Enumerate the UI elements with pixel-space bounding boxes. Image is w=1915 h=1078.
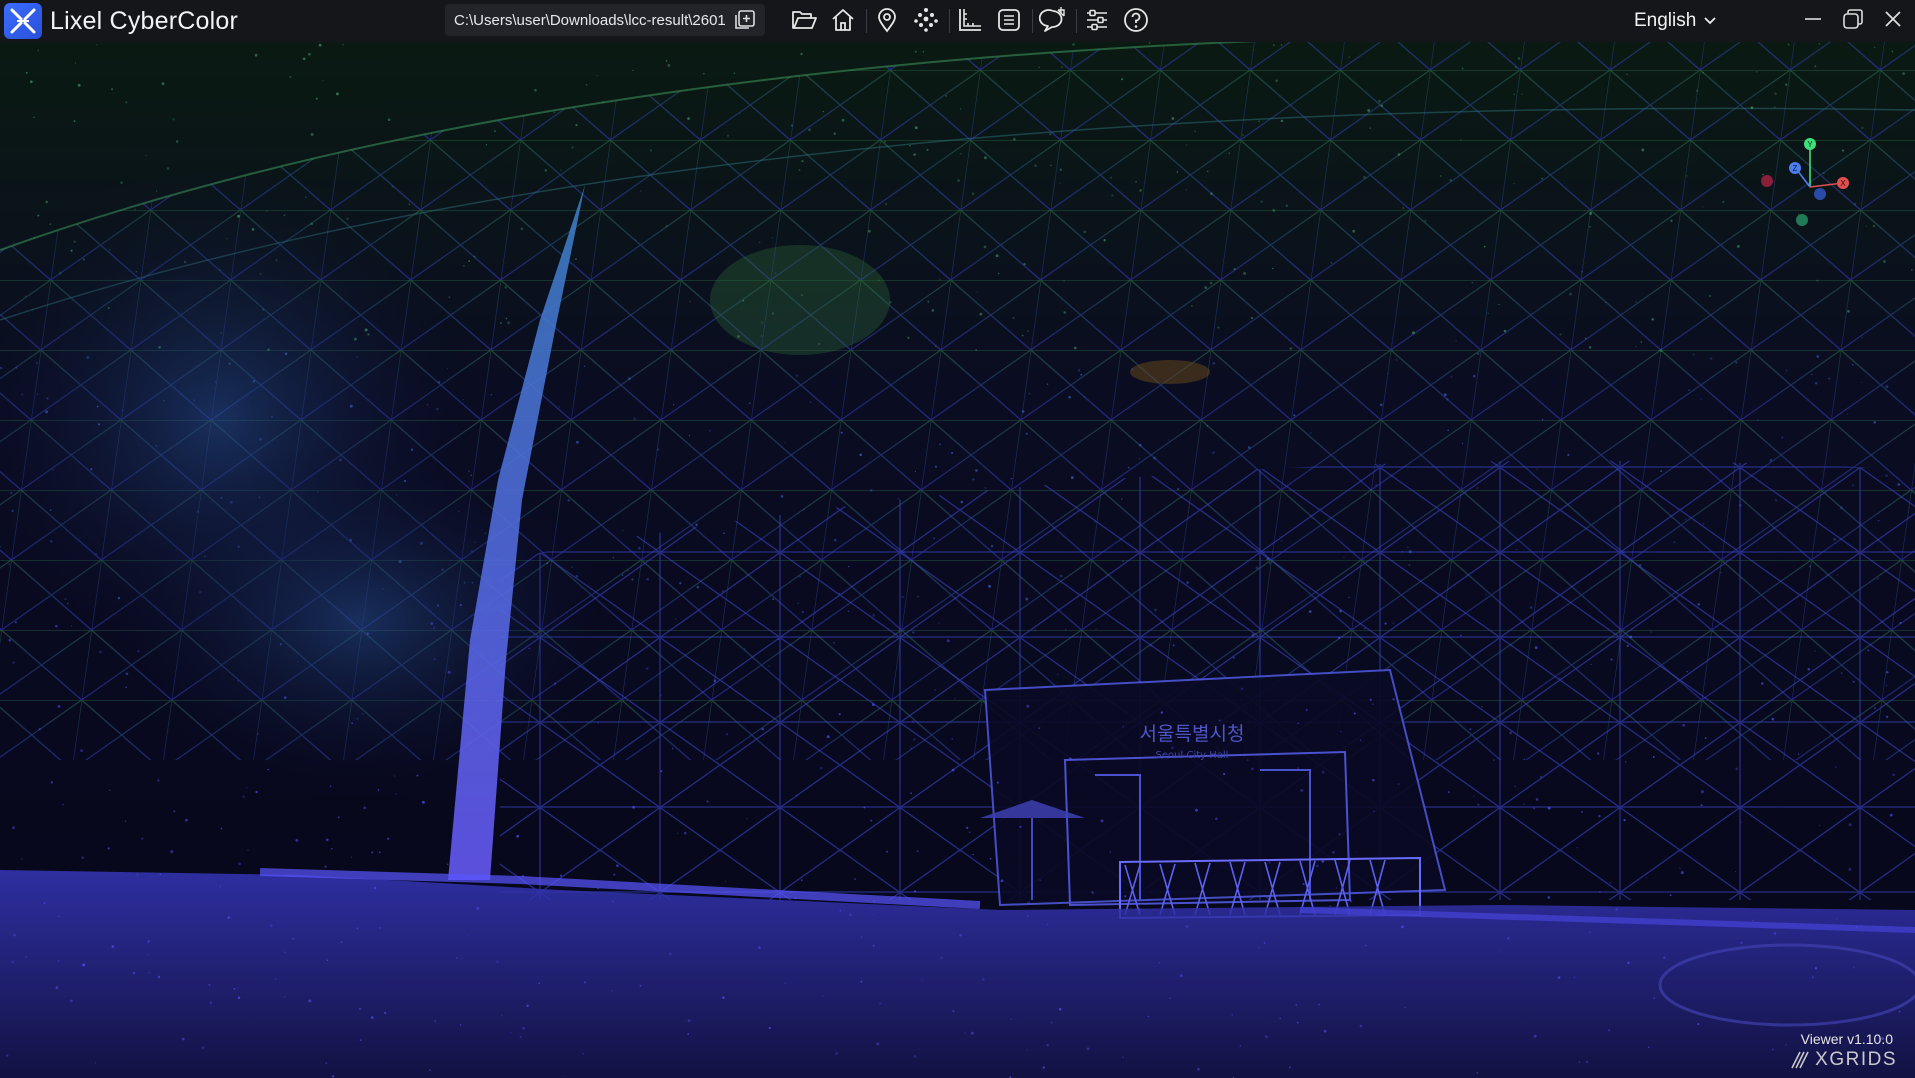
neg-z-axis-handle[interactable] xyxy=(1814,188,1826,200)
point-cloud-viewport[interactable]: 서울특별시청 Seoul City Hall Y X Z Viewer v1.1… xyxy=(0,42,1915,1078)
point-cloud-button[interactable] xyxy=(910,4,942,36)
axis-gizmo[interactable]: Y X Z xyxy=(1755,132,1855,232)
settings-sliders-icon xyxy=(1087,9,1107,31)
x-axis-label: X xyxy=(1840,179,1846,188)
language-selector[interactable]: English xyxy=(1634,6,1718,36)
restore-icon xyxy=(1843,9,1863,29)
measure-ruler-icon xyxy=(959,9,981,31)
folder-open-icon xyxy=(792,11,817,29)
toolbar-divider xyxy=(866,9,867,33)
chevron-down-icon xyxy=(1704,17,1716,25)
app-logo-icon xyxy=(4,3,42,39)
help-icon xyxy=(1124,8,1148,32)
toolbar-divider xyxy=(1032,9,1033,33)
xgrids-brand: XGRIDS xyxy=(1815,1049,1897,1070)
list-button[interactable] xyxy=(993,4,1025,36)
file-path-text: C:\Users\user\Downloads\lcc-result\2601 xyxy=(454,11,726,29)
toolbar-divider xyxy=(1076,9,1077,33)
neg-y-axis-handle[interactable] xyxy=(1796,214,1808,226)
building-sign-korean: 서울특별시청 xyxy=(1140,723,1245,745)
y-axis-label: Y xyxy=(1807,140,1813,149)
app-brand: Lixel CyberColor xyxy=(0,0,238,42)
viewer-version: Viewer v1.10.0 xyxy=(1800,1031,1893,1047)
settings-button[interactable] xyxy=(1081,4,1113,36)
z-axis-label: Z xyxy=(1793,164,1798,173)
close-button[interactable] xyxy=(1874,2,1912,36)
chat-bubble-icon xyxy=(1039,7,1065,32)
file-path-field[interactable]: C:\Users\user\Downloads\lcc-result\2601 xyxy=(445,4,765,36)
home-icon xyxy=(832,9,854,31)
location-button[interactable] xyxy=(871,4,903,36)
list-icon xyxy=(998,9,1020,31)
xgrids-mark-icon xyxy=(1791,1051,1809,1069)
copy-path-icon[interactable] xyxy=(733,9,757,31)
close-icon xyxy=(1885,11,1901,27)
help-button[interactable] xyxy=(1120,4,1152,36)
language-label: English xyxy=(1634,10,1697,31)
title-bar: Lixel CyberColor C:\Users\user\Downloads… xyxy=(0,0,1915,42)
restore-button[interactable] xyxy=(1834,2,1872,36)
minimize-icon xyxy=(1805,18,1821,20)
point-cloud-scene: 서울특별시청 Seoul City Hall xyxy=(0,42,1915,1078)
building-sign-english: Seoul City Hall xyxy=(1156,750,1229,761)
toolbar-divider xyxy=(949,9,950,33)
measure-button[interactable] xyxy=(954,4,986,36)
point-cloud-icon xyxy=(914,8,938,32)
app-title: Lixel CyberColor xyxy=(50,6,238,35)
minimize-button[interactable] xyxy=(1794,2,1832,36)
location-pin-icon xyxy=(878,8,896,33)
annotation-button[interactable] xyxy=(1037,4,1069,36)
open-folder-button[interactable] xyxy=(788,4,820,36)
neg-x-axis-handle[interactable] xyxy=(1761,175,1773,187)
home-button[interactable] xyxy=(827,4,859,36)
xgrids-logo: XGRIDS xyxy=(1791,1049,1897,1071)
